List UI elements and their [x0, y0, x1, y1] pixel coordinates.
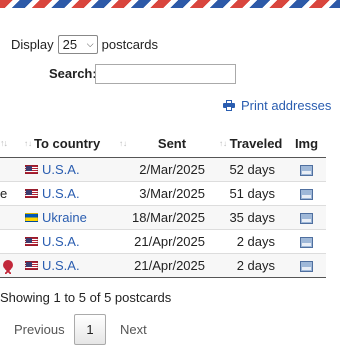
image-icon[interactable]	[300, 212, 313, 224]
country-link[interactable]: U.S.A.	[25, 162, 80, 177]
column-header-fragment[interactable]: ↑↓	[0, 131, 22, 158]
search-input[interactable]	[95, 64, 236, 84]
row-marker	[0, 205, 22, 230]
country-link[interactable]: U.S.A.	[25, 258, 80, 273]
ukraine-flag-icon	[25, 212, 38, 222]
sort-arrows-icon: ↑↓	[219, 139, 227, 148]
next-page-button[interactable]: Next	[120, 322, 147, 337]
row-marker	[0, 157, 22, 182]
traveled-days: 51 days	[217, 181, 287, 206]
previous-page-button[interactable]: Previous	[14, 322, 65, 337]
postcards-table: ↑↓ ↑↓ To country ↑↓ Sent ↑↓ Traveled Img U.…	[0, 131, 326, 278]
sent-date: 21/Apr/2025	[117, 253, 217, 278]
country-link[interactable]: U.S.A.	[25, 186, 80, 201]
table-header-row: ↑↓ ↑↓ To country ↑↓ Sent ↑↓ Traveled Img	[0, 131, 326, 158]
row-marker: e	[0, 181, 22, 206]
display-length-value: 25	[62, 36, 78, 52]
us-flag-icon	[25, 164, 38, 174]
display-label: Display	[11, 36, 54, 52]
sent-date: 21/Apr/2025	[117, 229, 217, 254]
table-row[interactable]: Ukraine 18/Mar/2025 35 days	[0, 205, 326, 230]
table-row[interactable]: e U.S.A. 3/Mar/2025 51 days	[0, 181, 326, 206]
image-icon[interactable]	[300, 236, 313, 248]
sent-date: 2/Mar/2025	[117, 157, 217, 182]
image-icon[interactable]	[300, 164, 313, 176]
sent-date: 3/Mar/2025	[117, 181, 217, 206]
traveled-days: 2 days	[217, 253, 287, 278]
print-addresses-link[interactable]: Print addresses	[223, 98, 331, 113]
column-header-img[interactable]: Img	[287, 131, 326, 158]
table-row[interactable]: U.S.A. 2/Mar/2025 52 days	[0, 157, 326, 182]
row-marker	[0, 253, 22, 278]
display-length-control: Display 25 ⌵ postcards	[11, 34, 158, 54]
row-marker	[0, 229, 22, 254]
pagination: Previous 1 Next	[0, 314, 340, 345]
printer-icon	[223, 100, 235, 111]
display-length-select[interactable]: 25 ⌵	[57, 34, 98, 54]
traveled-days: 2 days	[217, 229, 287, 254]
country-link[interactable]: U.S.A.	[25, 234, 80, 249]
display-suffix: postcards	[101, 36, 158, 52]
table-row[interactable]: U.S.A. 21/Apr/2025 2 days	[0, 253, 326, 278]
chevron-down-icon: ⌵	[86, 38, 94, 49]
traveled-days: 52 days	[217, 157, 287, 182]
table-row[interactable]: U.S.A. 21/Apr/2025 2 days	[0, 229, 326, 254]
award-ribbon-icon	[3, 259, 13, 274]
image-icon[interactable]	[300, 188, 313, 200]
us-flag-icon	[25, 188, 38, 198]
print-addresses-label: Print addresses	[241, 98, 332, 113]
column-header-traveled[interactable]: ↑↓ Traveled	[217, 131, 287, 158]
traveled-days: 35 days	[217, 205, 287, 230]
truncated-text: e	[0, 185, 8, 201]
page-1-button[interactable]: 1	[74, 314, 106, 345]
sort-arrows-icon: ↑↓	[119, 139, 127, 148]
search-label: Search:	[49, 66, 97, 81]
country-link[interactable]: Ukraine	[25, 210, 87, 225]
us-flag-icon	[25, 236, 38, 246]
sort-arrows-icon: ↑↓	[0, 138, 8, 148]
us-flag-icon	[25, 260, 38, 270]
column-header-sent[interactable]: ↑↓ Sent	[117, 131, 217, 158]
column-header-to-country[interactable]: ↑↓ To country	[22, 131, 117, 158]
airmail-border	[0, 0, 340, 8]
sent-date: 18/Mar/2025	[117, 205, 217, 230]
image-icon[interactable]	[300, 260, 313, 272]
table-info: Showing 1 to 5 of 5 postcards	[0, 290, 172, 305]
sort-arrows-icon: ↑↓	[24, 139, 32, 148]
